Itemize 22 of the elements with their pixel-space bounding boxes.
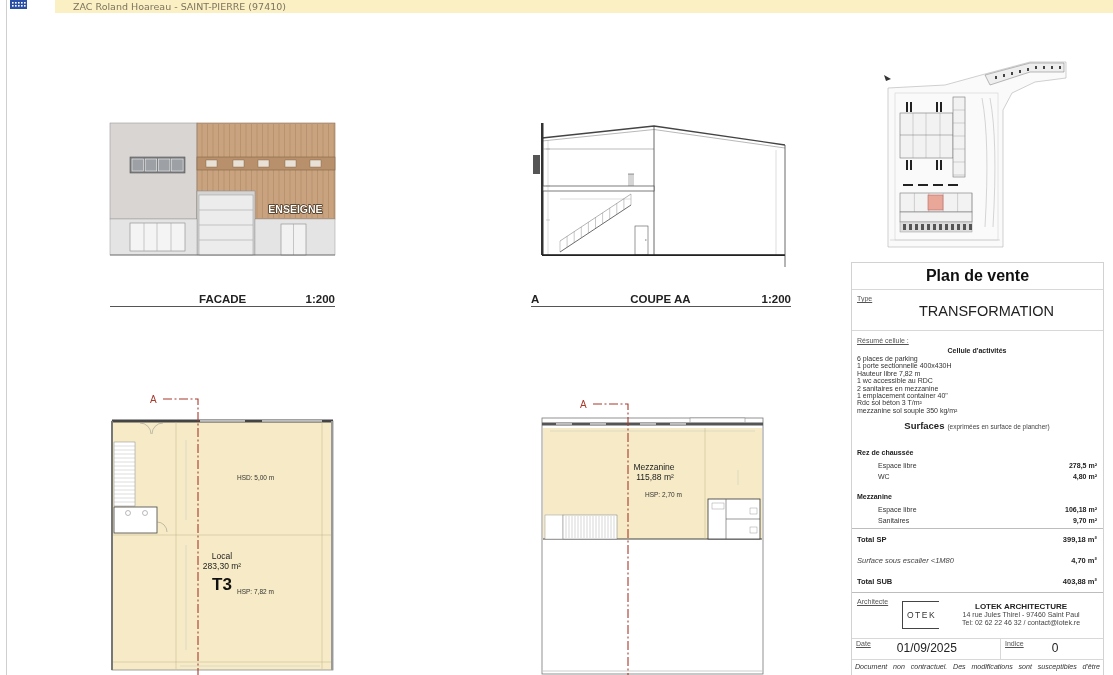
section-mark-label: A [580,399,587,410]
room-area: 283,30 m² [202,560,242,571]
section-mark-label: A [150,394,157,405]
room-name: Mezzanine [633,462,675,472]
sign-lettering: ENSEIGNE [268,202,323,215]
type-value: TRANSFORMATION [917,303,1055,319]
date-value: 01/09/2025 [896,640,957,657]
unit-label: T3 [212,575,232,594]
room-name: Local [211,551,233,561]
room-area: 115,88 m² [636,471,674,482]
drawing-title: COUPE AA [630,293,691,306]
grid-icon[interactable] [10,0,27,9]
logo-wordmark: OTEK [902,601,940,629]
architect-name: LOTEK ARCHITECTURE [975,602,1068,611]
scale-label: 1:200 [305,293,335,306]
location-text: ZAC Roland Hoareau - SAINT-PIERRE (97410) [73,0,286,13]
surfaces-heading: Surfaces [904,420,945,433]
panel-title: Plan de vente [925,267,1030,285]
scale-label: 1:200 [761,293,791,306]
section-mark-label: A [531,293,540,306]
index-value: 0 [1051,640,1059,657]
drawing-title: FACADE [199,293,247,306]
